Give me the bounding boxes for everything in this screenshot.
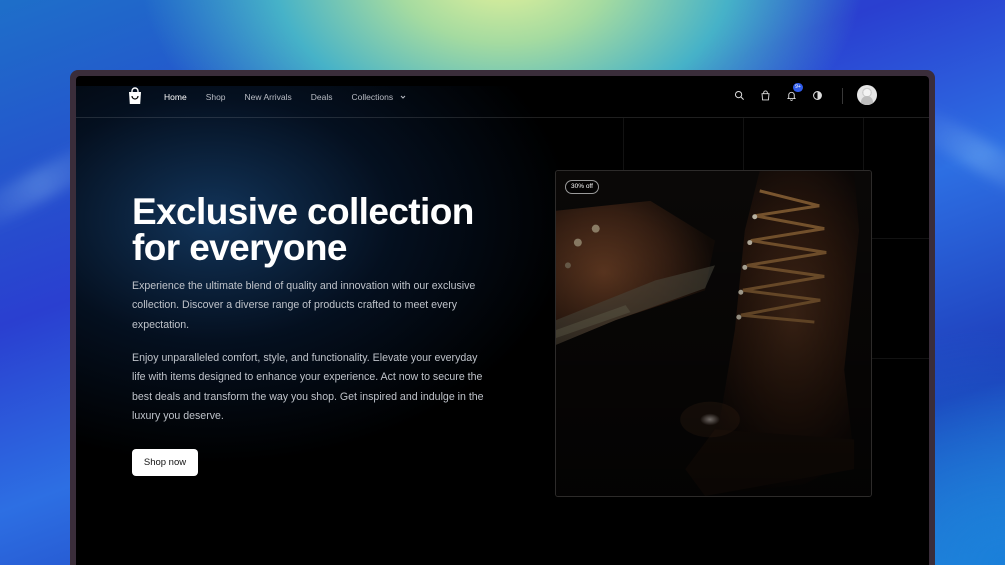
website-screen: Home Shop New Arrivals Deals Collections: [76, 76, 929, 565]
discount-badge: 30% off: [565, 180, 599, 194]
shopping-bag-logo-icon[interactable]: [127, 87, 143, 105]
nav-link-shop[interactable]: Shop: [206, 92, 226, 102]
bell-icon[interactable]: 9+: [784, 83, 803, 102]
nav-links: Home Shop New Arrivals Deals Collections: [164, 76, 407, 118]
hero-description-2: Enjoy unparalleled comfort, style, and f…: [132, 352, 484, 422]
nav-divider: [842, 88, 843, 104]
hero-description-1: Experience the ultimate blend of quality…: [132, 280, 476, 331]
nav-link-deals[interactable]: Deals: [311, 92, 333, 102]
nav-link-collections-label: Collections: [351, 92, 394, 102]
theme-toggle-icon[interactable]: [810, 88, 824, 102]
product-image-card[interactable]: 30% off: [555, 170, 872, 497]
shopping-bag-icon[interactable]: [758, 88, 772, 102]
top-navbar: Home Shop New Arrivals Deals Collections: [76, 76, 929, 118]
search-icon[interactable]: [732, 88, 746, 102]
shop-now-button[interactable]: Shop now: [132, 449, 198, 476]
hero-title-line1: Exclusive collection: [132, 191, 474, 232]
nav-actions: 9+: [732, 83, 824, 102]
notification-badge: 9+: [793, 83, 803, 92]
monitor-frame: Home Shop New Arrivals Deals Collections: [70, 70, 935, 565]
chevron-down-icon: [400, 95, 406, 99]
hero-title-line2: for everyone: [132, 227, 347, 268]
nav-link-new-arrivals[interactable]: New Arrivals: [245, 92, 292, 102]
nav-link-collections[interactable]: Collections: [352, 92, 408, 102]
nav-link-home[interactable]: Home: [164, 92, 187, 102]
hero-title: Exclusive collection for everyone: [132, 191, 532, 268]
user-avatar[interactable]: [857, 85, 877, 105]
boot-image: [556, 171, 871, 496]
